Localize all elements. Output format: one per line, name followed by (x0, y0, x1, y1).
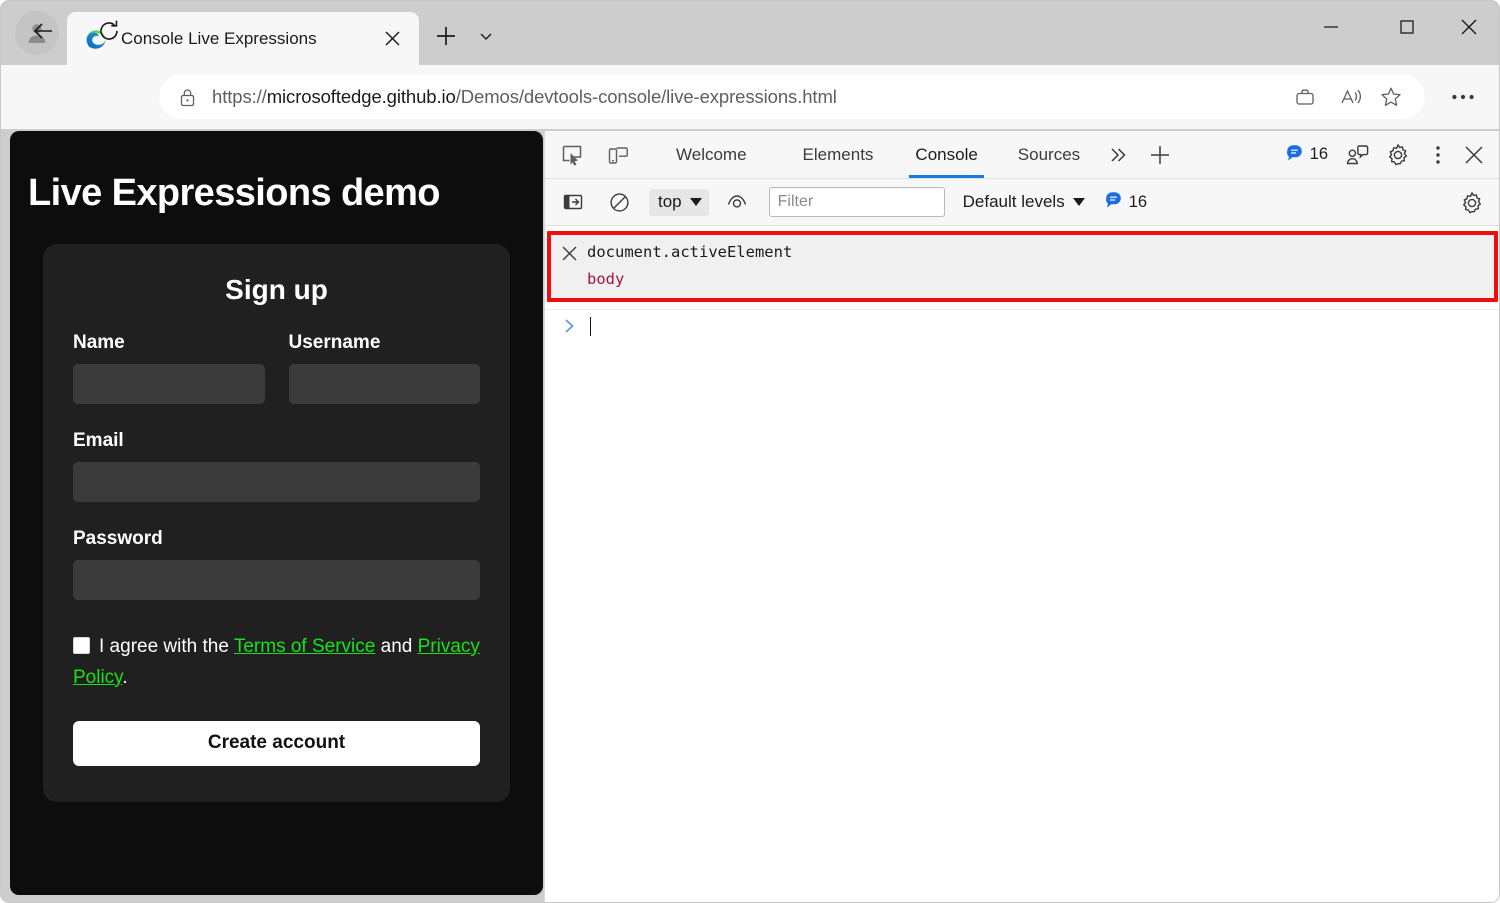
tab-title: Console Live Expressions (121, 28, 317, 48)
live-expression-value: body (587, 270, 625, 288)
issues-counter[interactable]: 16 (1286, 144, 1328, 166)
console-issues-count-label: 16 (1128, 192, 1148, 211)
email-field-group: Email (73, 430, 480, 502)
plus-icon (435, 25, 457, 52)
console-issues-counter[interactable]: 16 (1105, 191, 1147, 213)
create-account-button[interactable]: Create account (73, 720, 480, 766)
console-prompt-row[interactable] (545, 309, 1499, 340)
star-icon[interactable] (1371, 77, 1411, 117)
tab-elements[interactable]: Elements (789, 131, 888, 178)
briefcase-icon[interactable] (1285, 77, 1325, 117)
arrow-left-icon (30, 18, 56, 49)
issues-message-icon (1286, 144, 1303, 166)
devtools-panel: Welcome Elements Console Sources 16 top … (544, 131, 1499, 902)
log-levels-label: Default levels (962, 192, 1065, 211)
reload-button[interactable] (89, 13, 129, 53)
inspect-element-icon[interactable] (556, 139, 588, 171)
back-button[interactable] (23, 13, 63, 53)
lock-icon[interactable] (179, 88, 196, 107)
caret-down-icon (1072, 198, 1085, 206)
console-filter-input[interactable] (768, 187, 945, 217)
log-levels-dropdown[interactable]: Default levels (963, 192, 1085, 212)
close-icon (1459, 17, 1479, 42)
address-bar[interactable]: https://microsoftedge.github.io/Demos/de… (159, 75, 1425, 119)
double-chevron-right-icon[interactable] (1102, 139, 1134, 171)
issues-count-label: 16 (1309, 145, 1328, 163)
read-aloud-icon[interactable] (1331, 77, 1371, 117)
maximize-icon (1398, 18, 1416, 41)
console-sidebar-icon[interactable] (557, 186, 589, 218)
terms-of-service-link[interactable]: Terms of Service (234, 636, 375, 657)
password-field-group: Password (73, 528, 480, 600)
address-bar-url: https://microsoftedge.github.io/Demos/de… (212, 86, 1285, 108)
add-panel-button[interactable] (1144, 139, 1176, 171)
devtools-toolbar-right: 16 (1286, 131, 1490, 178)
reload-icon (96, 18, 122, 49)
device-emulation-icon[interactable] (602, 139, 634, 171)
tab-welcome[interactable]: Welcome (662, 131, 761, 178)
feedback-icon[interactable] (1342, 139, 1374, 171)
new-tab-button[interactable] (429, 21, 463, 55)
console-settings-gear-icon[interactable] (1456, 187, 1488, 219)
js-context-label: top (658, 192, 682, 211)
username-input[interactable] (288, 364, 480, 404)
caret-down-icon (689, 198, 702, 206)
console-output: document.activeElement body (545, 226, 1499, 902)
url-scheme: https:// (212, 86, 267, 107)
name-field-group: Name (73, 332, 265, 404)
live-expression-text[interactable]: document.activeElement (587, 242, 1494, 262)
close-icon[interactable] (377, 24, 407, 54)
console-input-caret[interactable] (590, 316, 591, 336)
terms-text-before: I agree with the (99, 636, 234, 657)
more-vertical-icon[interactable] (1422, 139, 1454, 171)
url-path: /Demos/devtools-console/live-expressions… (455, 86, 837, 107)
chevron-down-icon (478, 28, 494, 49)
maximize-button[interactable] (1383, 9, 1431, 49)
ellipsis-icon (1451, 88, 1475, 106)
password-label: Password (73, 528, 163, 549)
title-bar: Console Live Expressions (1, 1, 1499, 65)
gear-icon[interactable] (1382, 139, 1414, 171)
devtools-tab-strip: Welcome Elements Console Sources 16 (545, 131, 1499, 179)
page-viewport: Live Expressions demo Sign up Name Usern… (10, 131, 543, 895)
terms-agreement-row: I agree with the Terms of Service and Pr… (73, 632, 480, 694)
name-username-row: Name Username (73, 332, 480, 404)
clear-console-icon[interactable] (603, 186, 635, 218)
username-field-group: Username (288, 332, 480, 404)
minimize-icon (1322, 18, 1340, 41)
chevron-right-icon (563, 318, 576, 334)
tab-sources[interactable]: Sources (1004, 131, 1094, 178)
name-label: Name (73, 332, 125, 353)
terms-text-middle: and (375, 636, 418, 657)
browser-window: Console Live Expressions https://microso… (0, 0, 1500, 903)
signup-card: Sign up Name Username Email Password I a… (43, 244, 510, 802)
close-icon[interactable] (559, 243, 579, 263)
url-host: microsoftedge.github.io (266, 86, 456, 107)
name-input[interactable] (73, 364, 265, 404)
email-label: Email (73, 430, 124, 451)
devtools-close-button[interactable] (1458, 139, 1490, 171)
eye-icon[interactable] (721, 186, 753, 218)
browser-settings-button[interactable] (1441, 75, 1485, 119)
username-label: Username (288, 332, 381, 353)
terms-text-after: . (122, 666, 128, 688)
tab-actions-button[interactable] (471, 23, 501, 53)
issues-message-icon (1105, 191, 1122, 213)
minimize-button[interactable] (1307, 9, 1355, 49)
email-input[interactable] (73, 462, 480, 502)
live-expression-row: document.activeElement body (547, 231, 1498, 302)
tab-console[interactable]: Console (901, 131, 991, 178)
js-context-dropdown[interactable]: top (649, 188, 709, 216)
password-input[interactable] (73, 560, 480, 600)
terms-checkbox[interactable] (73, 637, 90, 654)
page-title: Live Expressions demo (28, 172, 441, 214)
signup-heading: Sign up (225, 274, 328, 305)
console-toolbar: top Default levels (545, 179, 1499, 226)
window-close-button[interactable] (1445, 9, 1493, 49)
